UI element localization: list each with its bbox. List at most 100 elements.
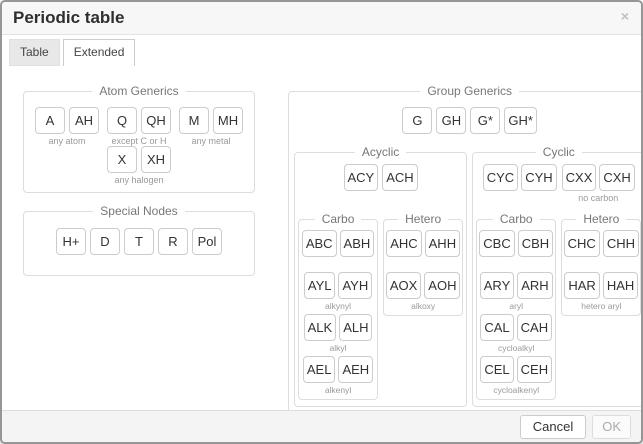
atom-generics-section: Atom Generics A AH any atom Q QH [23, 85, 255, 193]
dialog-body: Atom Generics A AH any atom Q QH [2, 66, 641, 410]
btn-cel[interactable]: CEL [480, 356, 513, 383]
acyclic-section: Acyclic ACY ACH [294, 146, 467, 407]
cancel-button[interactable]: Cancel [520, 415, 586, 439]
dialog-footer: Cancel OK [2, 410, 641, 442]
btn-cal[interactable]: CAL [480, 314, 513, 341]
btn-x[interactable]: X [107, 146, 137, 173]
special-nodes-legend: Special Nodes [93, 205, 184, 218]
button-pair-label: any atom [48, 136, 85, 146]
tab-bar: Table Extended [2, 35, 641, 66]
btn-alh[interactable]: ALH [339, 314, 372, 341]
cyclic-section: Cyclic CYC CYH CXX [472, 146, 641, 407]
btn-m[interactable]: M [179, 107, 209, 134]
btn-har[interactable]: HAR [564, 272, 599, 299]
ok-button[interactable]: OK [592, 415, 631, 439]
btn-gh-star[interactable]: GH* [504, 107, 537, 134]
acyclic-hetero-section: Hetero AHC AHH [383, 213, 463, 316]
btn-pol[interactable]: Pol [192, 228, 222, 255]
button-pair-label: alkoxy [411, 301, 435, 311]
btn-abc[interactable]: ABC [302, 230, 337, 257]
btn-ary[interactable]: ARY [480, 272, 515, 299]
button-pair-label: any metal [191, 136, 230, 146]
button-pair-group: CAL CAH cycloalkyl [479, 314, 553, 353]
periodic-table-dialog: Periodic table × Table Extended Atom Gen… [0, 0, 643, 444]
button-pair-label: aryl [509, 301, 523, 311]
btn-ael[interactable]: AEL [303, 356, 336, 383]
button-pair-label: alkynyl [325, 301, 351, 311]
btn-cah[interactable]: CAH [517, 314, 552, 341]
tab-extended[interactable]: Extended [63, 39, 136, 67]
button-pair-label: cycloalkyl [498, 343, 534, 353]
button-pair-group: HAR HAH hetero aryl [564, 272, 638, 311]
acyclic-carbo-legend: Carbo [315, 213, 362, 226]
btn-xh[interactable]: XH [141, 146, 171, 173]
button-pair-label: alkenyl [325, 385, 351, 395]
button-pair-group: AYL AYH alkynyl [301, 272, 375, 311]
btn-ach[interactable]: ACH [382, 164, 417, 191]
btn-cxh[interactable]: CXH [599, 164, 634, 191]
button-pair-group: AEL AEH alkenyl [301, 356, 375, 395]
btn-ceh[interactable]: CEH [517, 356, 552, 383]
acyclic-legend: Acyclic [355, 146, 406, 159]
btn-chh[interactable]: CHH [603, 230, 639, 257]
button-pair-group: ABC ABH [301, 230, 375, 269]
btn-cyh[interactable]: CYH [521, 164, 556, 191]
btn-g[interactable]: G [402, 107, 432, 134]
btn-qh[interactable]: QH [141, 107, 171, 134]
btn-ahh[interactable]: AHH [425, 230, 460, 257]
cyclic-top-group: CYC CYH [483, 164, 557, 203]
left-column: Atom Generics A AH any atom Q QH [23, 85, 255, 276]
acyclic-carbo-section: Carbo ABC ABH [298, 213, 378, 400]
btn-gh[interactable]: GH [436, 107, 466, 134]
except-c-h-group: Q QH except C or H [107, 107, 171, 146]
btn-acy[interactable]: ACY [344, 164, 379, 191]
cyclic-legend: Cyclic [536, 146, 582, 159]
button-pair-group: CEL CEH cycloalkenyl [479, 356, 553, 395]
button-pair-label: except C or H [111, 136, 166, 146]
btn-chc[interactable]: CHC [564, 230, 600, 257]
btn-r[interactable]: R [158, 228, 188, 255]
btn-ahc[interactable]: AHC [386, 230, 421, 257]
button-pair-group: CBC CBH [479, 230, 553, 269]
button-pair-label: no carbon [578, 193, 618, 203]
special-nodes-section: Special Nodes H+ D T R Pol [23, 205, 255, 276]
btn-cbh[interactable]: CBH [518, 230, 553, 257]
btn-hah[interactable]: HAH [603, 272, 638, 299]
btn-h-plus[interactable]: H+ [56, 228, 86, 255]
dialog-title: Periodic table [13, 8, 124, 28]
button-pair-label: alkyl [330, 343, 347, 353]
btn-alk[interactable]: ALK [304, 314, 337, 341]
btn-abh[interactable]: ABH [340, 230, 375, 257]
btn-cbc[interactable]: CBC [479, 230, 514, 257]
btn-a[interactable]: A [35, 107, 65, 134]
button-pair-group: ALK ALH alkyl [301, 314, 375, 353]
any-atom-group: A AH any atom [35, 107, 99, 146]
btn-cyc[interactable]: CYC [483, 164, 518, 191]
button-pair-group: ARY ARH aryl [479, 272, 553, 311]
btn-ayh[interactable]: AYH [338, 272, 372, 299]
acyclic-top-group: ACY ACH [344, 164, 418, 203]
btn-ah[interactable]: AH [69, 107, 99, 134]
button-pair-group: AOX AOH alkoxy [386, 272, 460, 311]
cyclic-hetero-section: Hetero CHC CHH [561, 213, 641, 316]
btn-aoh[interactable]: AOH [424, 272, 460, 299]
btn-d[interactable]: D [90, 228, 120, 255]
btn-q[interactable]: Q [107, 107, 137, 134]
btn-arh[interactable]: ARH [517, 272, 552, 299]
btn-t[interactable]: T [124, 228, 154, 255]
close-icon[interactable]: × [619, 8, 631, 24]
btn-aox[interactable]: AOX [386, 272, 421, 299]
dialog-header: Periodic table × [2, 2, 641, 35]
btn-cxx[interactable]: CXX [562, 164, 597, 191]
button-pair-label: hetero aryl [581, 301, 621, 311]
any-halogen-group: X XH any halogen [107, 146, 171, 185]
cyclic-carbo-legend: Carbo [493, 213, 540, 226]
btn-g-star[interactable]: G* [470, 107, 500, 134]
btn-aeh[interactable]: AEH [338, 356, 373, 383]
tab-table[interactable]: Table [9, 39, 60, 66]
btn-ayl[interactable]: AYL [304, 272, 336, 299]
group-generics-section: Group Generics G GH G* GH* Acyclic ACY [288, 85, 641, 410]
acyclic-hetero-legend: Hetero [398, 213, 448, 226]
btn-mh[interactable]: MH [213, 107, 243, 134]
any-metal-group: M MH any metal [179, 107, 243, 146]
